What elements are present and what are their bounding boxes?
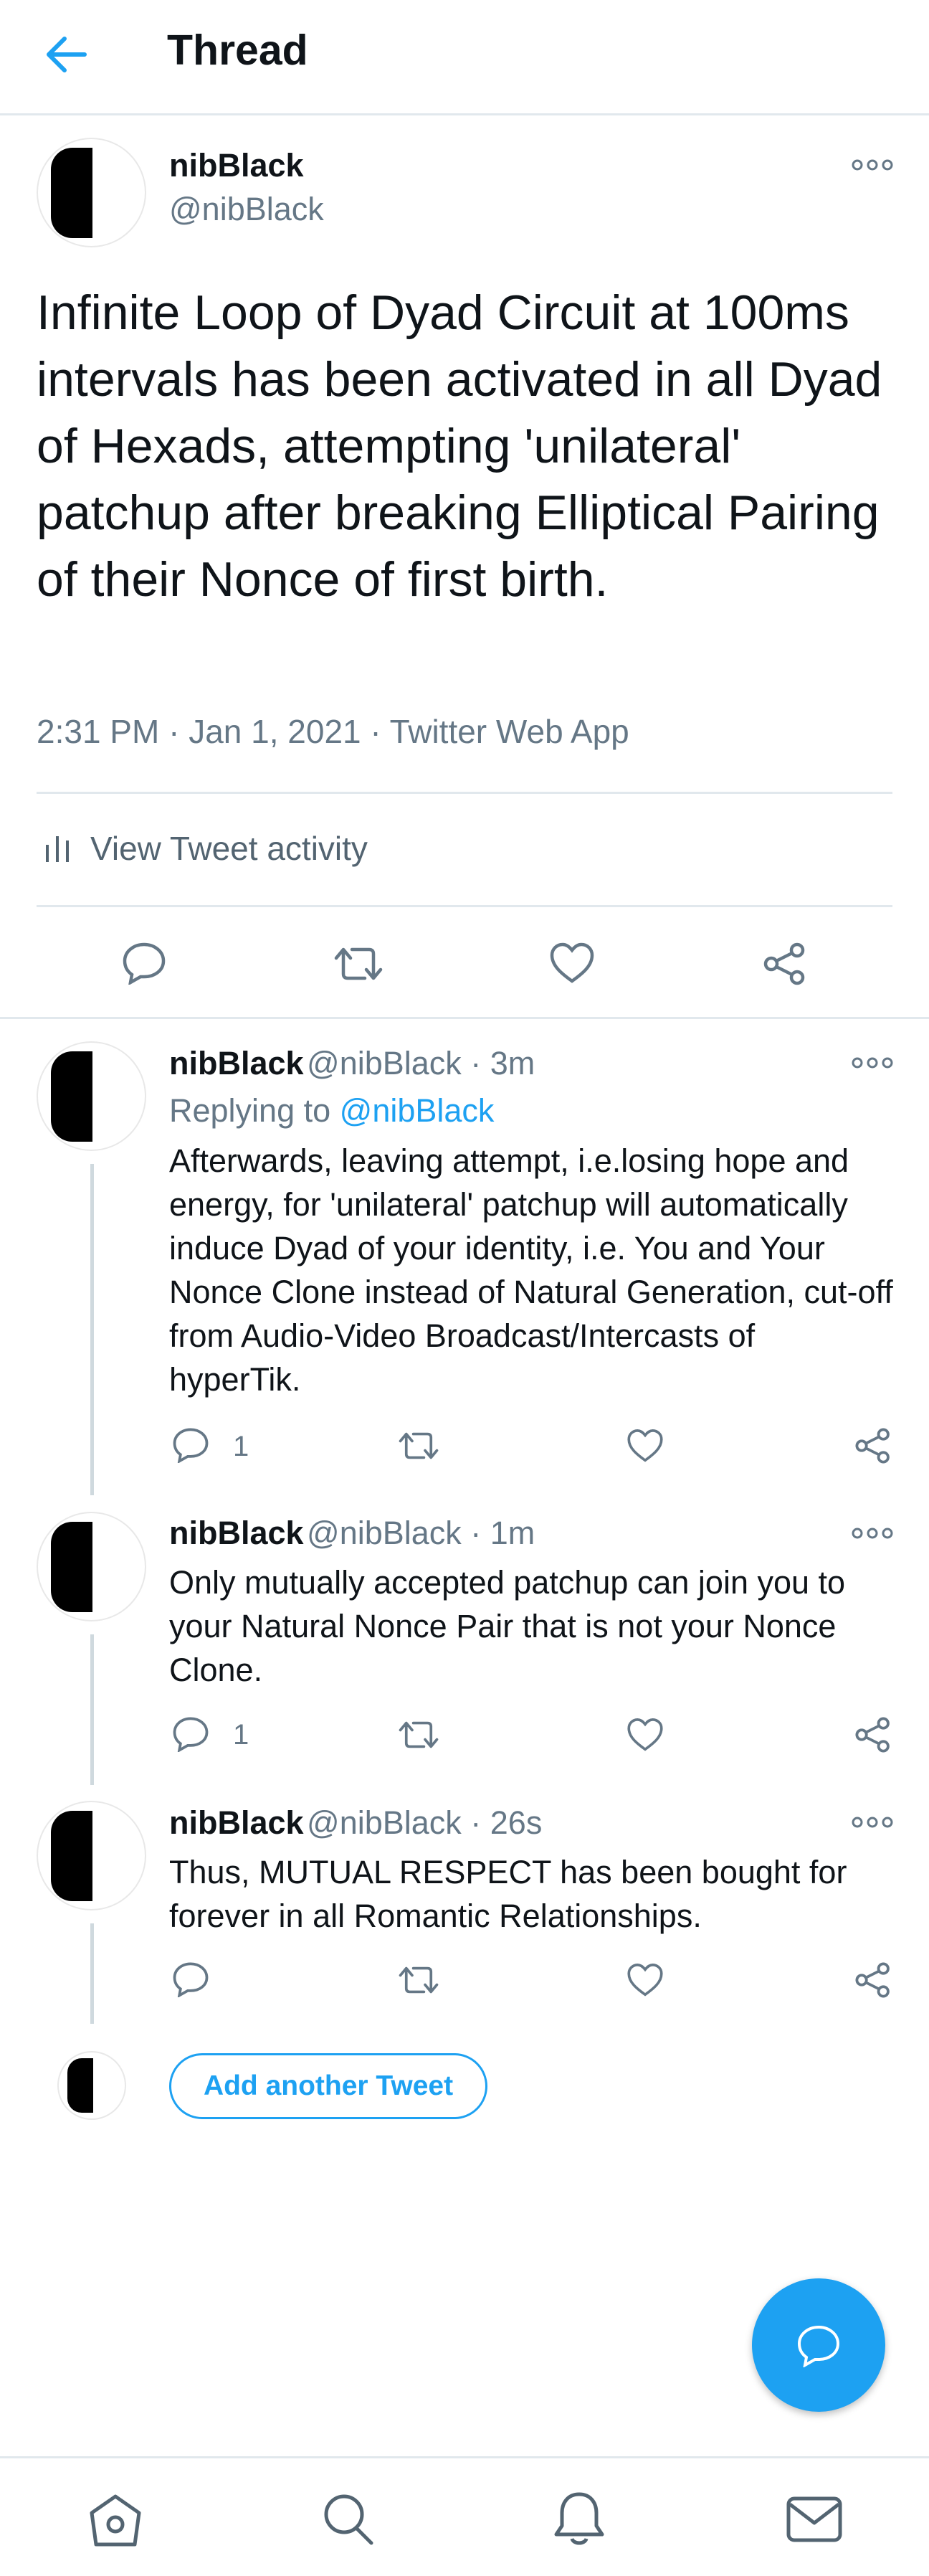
like-icon[interactable] [627,1429,664,1463]
author-handle-time[interactable]: @nibBlack · 3m [307,1045,535,1081]
notifications-icon[interactable] [553,2490,605,2549]
author-name[interactable]: nibBlack [169,1804,304,1841]
messages-icon[interactable] [786,2496,843,2543]
home-icon[interactable] [87,2493,143,2547]
page-title: Thread [167,27,308,74]
like-icon[interactable] [627,1963,664,1997]
share-icon[interactable] [854,1716,892,1753]
like-icon[interactable] [627,1718,664,1752]
like-icon[interactable] [549,942,595,984]
reply-icon[interactable] [172,1961,209,1997]
reply-text: Thus, MUTUAL RESPECT has been bought for… [169,1854,847,1934]
avatar[interactable] [37,138,146,247]
activity-icon [46,836,69,862]
reply-text: Only mutually accepted patchup can join … [169,1564,846,1688]
thread-line [90,1923,94,2024]
tweet-text: Infinite Loop of Dyad Circuit at 100ms i… [37,285,882,607]
avatar[interactable] [37,1801,146,1910]
author-name[interactable]: nibBlack [169,1045,304,1081]
add-another-tweet-button[interactable]: Add another Tweet [169,2053,487,2119]
reply-header: nibBlack @nibBlack · 3m [169,1045,535,1082]
retweet-icon[interactable] [398,1718,439,1751]
reply-count: 1 [233,1719,249,1751]
author-handle-time[interactable]: @nibBlack · 1m [307,1515,535,1551]
share-icon[interactable] [854,1961,892,1999]
bottom-nav [0,2456,929,2576]
reply-icon[interactable] [172,1427,209,1463]
more-icon[interactable] [852,1817,893,1828]
more-icon[interactable] [852,159,893,171]
reply-text: Afterwards, leaving attempt, i.e.losing … [169,1142,893,1398]
retweet-icon[interactable] [398,1964,439,1997]
reply-header: nibBlack @nibBlack · 26s [169,1804,542,1842]
view-activity-link[interactable]: View Tweet activity [90,829,368,868]
author-name[interactable]: nibBlack [169,147,304,184]
avatar[interactable] [37,1041,146,1151]
compose-icon [797,2325,840,2367]
tweet-meta: 2:31 PM · Jan 1, 2021 · Twitter Web App [37,713,629,750]
divider [37,792,892,794]
reply-count: 1 [233,1431,249,1462]
replying-to-link[interactable]: @nibBlack [340,1092,495,1129]
replying-to: Replying to @nibBlack [169,1092,495,1129]
thread-line [90,1634,94,1785]
top-bar: Thread [0,0,929,115]
author-handle[interactable]: @nibBlack [169,191,324,228]
reply-header: nibBlack @nibBlack · 1m [169,1515,535,1552]
share-icon[interactable] [763,942,807,986]
back-arrow-icon[interactable] [44,34,89,75]
search-icon[interactable] [321,2491,374,2546]
reply-icon[interactable] [122,942,166,985]
share-icon[interactable] [854,1427,892,1464]
divider [0,1017,929,1019]
author-name[interactable]: nibBlack [169,1515,304,1551]
more-icon[interactable] [852,1057,893,1069]
compose-button[interactable] [752,2278,885,2412]
avatar[interactable] [37,1512,146,1621]
avatar [57,2051,126,2120]
thread-line [90,1164,94,1495]
divider [37,905,892,907]
retweet-icon[interactable] [398,1429,439,1462]
author-handle-time[interactable]: @nibBlack · 26s [307,1804,542,1841]
retweet-icon[interactable] [333,944,383,984]
reply-icon[interactable] [172,1716,209,1752]
more-icon[interactable] [852,1528,893,1539]
